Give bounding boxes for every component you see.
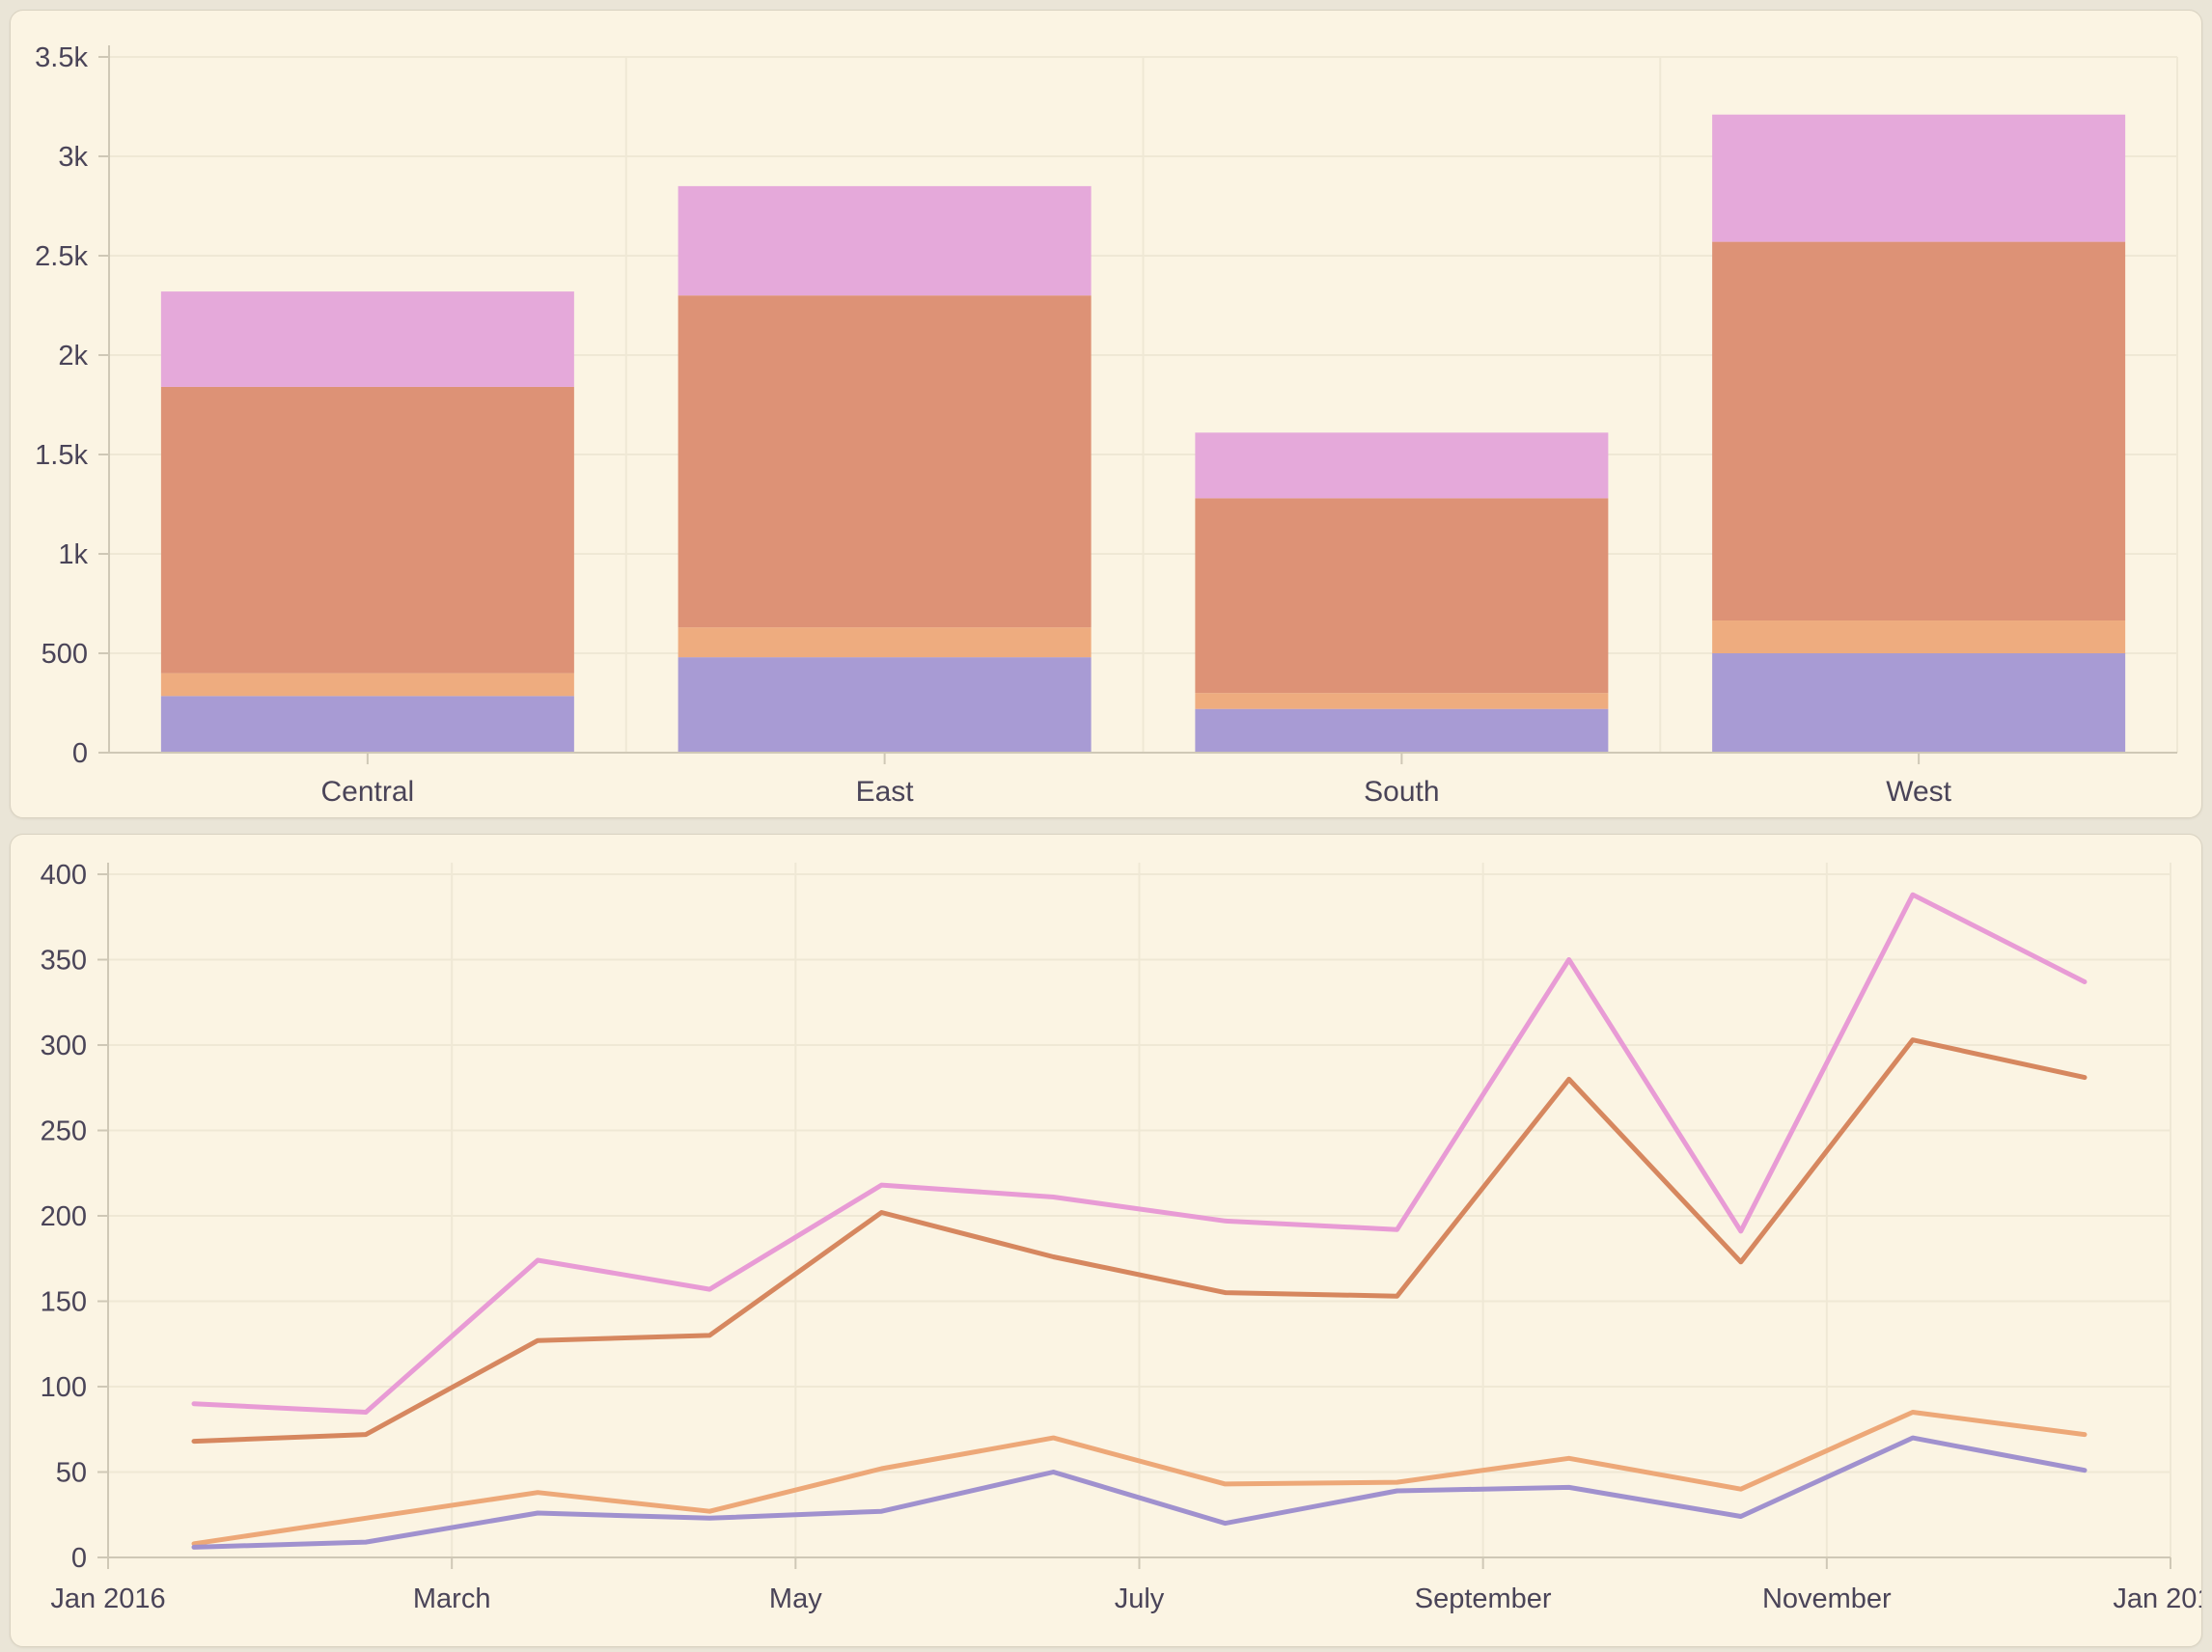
y-tick-label: 1k: [58, 539, 88, 570]
bar-segment-salmon-series: [161, 387, 574, 674]
x-tick-label: September: [1415, 1583, 1552, 1614]
y-tick-label: 3.5k: [35, 42, 88, 73]
bar-segment-salmon-series: [1712, 242, 2125, 620]
bar-segment-orange-series: [1195, 693, 1608, 708]
bar-segment-salmon-series: [1195, 498, 1608, 693]
x-tick-label: Jan 2016: [50, 1583, 165, 1614]
bar-segment-salmon-series: [678, 295, 1092, 627]
bar-segment-purple-series: [678, 657, 1092, 753]
y-tick-label: 0: [72, 738, 88, 769]
y-tick-label: 100: [41, 1372, 87, 1403]
bar-segment-pink-series: [161, 291, 574, 387]
y-tick-label: 400: [41, 860, 87, 891]
x-tick-label: November: [1762, 1583, 1892, 1614]
y-tick-label: 200: [41, 1201, 87, 1232]
y-tick-label: 2k: [58, 341, 88, 372]
y-tick-label: 2.5k: [35, 241, 88, 272]
category-label: Central: [321, 776, 415, 808]
bar-segment-orange-series: [678, 627, 1092, 657]
x-tick-label: July: [1115, 1583, 1165, 1614]
y-tick-label: 50: [56, 1458, 87, 1489]
y-tick-label: 500: [41, 639, 88, 670]
bar-segment-pink-series: [1712, 115, 2125, 242]
y-tick-label: 0: [71, 1543, 87, 1574]
category-label: East: [856, 776, 915, 808]
x-tick-label: March: [413, 1583, 491, 1614]
category-label: South: [1364, 776, 1439, 808]
bar-segment-purple-series: [161, 696, 574, 753]
y-tick-label: 3k: [58, 142, 88, 173]
x-tick-label: May: [769, 1583, 822, 1614]
x-tick-label: Jan 2017: [2113, 1583, 2201, 1614]
y-tick-label: 300: [41, 1031, 87, 1061]
y-tick-label: 150: [41, 1287, 87, 1318]
stacked-bar-chart: 0 500 1k 1.5k 2k 2.5k 3k 3.5k Central East South We…: [11, 11, 2201, 815]
y-tick-label: 350: [41, 946, 87, 977]
bar-segment-purple-series: [1195, 709, 1608, 753]
bar-segment-orange-series: [161, 674, 574, 697]
line-chart-card: 0 50 100 150 200 250 300 350 400 Jan 2016 March May…: [10, 834, 2202, 1647]
bar-segment-pink-series: [1195, 432, 1608, 498]
bar-segment-orange-series: [1712, 620, 2125, 653]
line-chart: 0 50 100 150 200 250 300 350 400 Jan 2016 March May…: [11, 835, 2201, 1644]
y-tick-label: 250: [41, 1116, 87, 1147]
category-label: West: [1886, 776, 1951, 808]
stacked-bar-chart-card: 0 500 1k 1.5k 2k 2.5k 3k 3.5k Central East South We…: [10, 10, 2202, 818]
y-tick-label: 1.5k: [35, 440, 88, 471]
bar-segment-purple-series: [1712, 653, 2125, 753]
bar-segment-pink-series: [678, 186, 1092, 295]
